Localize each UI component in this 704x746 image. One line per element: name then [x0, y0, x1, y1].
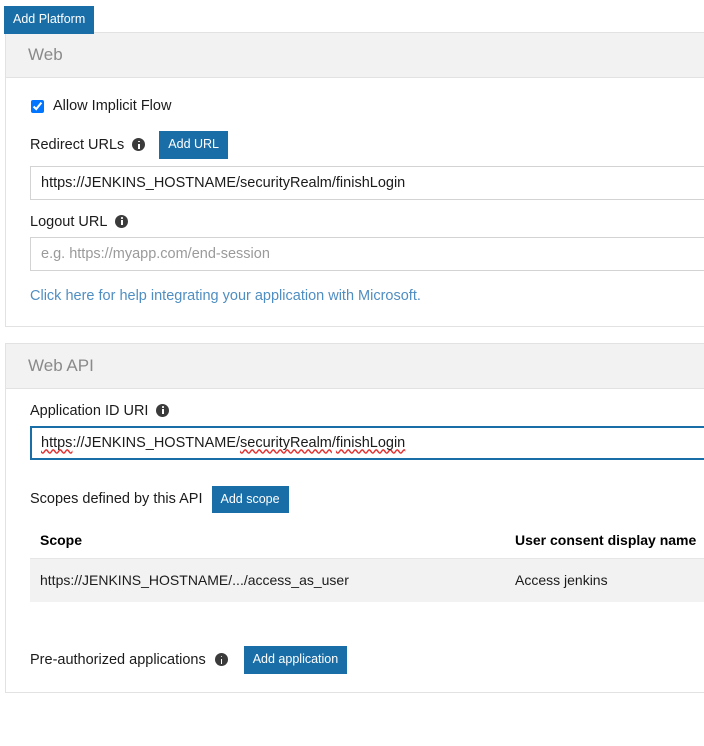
- info-icon[interactable]: [214, 653, 228, 667]
- allow-implicit-flow-row[interactable]: Allow Implicit Flow: [30, 78, 704, 117]
- web-platform-panel: Web Allow Implicit Flow Redirect URLs Ad…: [5, 32, 704, 327]
- web-panel-title: Web: [6, 33, 704, 78]
- panel-gap: [0, 327, 704, 343]
- logout-url-label-row: Logout URL: [30, 214, 704, 230]
- web-api-panel: Web API Application ID URI https://JENKI…: [5, 342, 704, 693]
- add-application-button[interactable]: Add application: [243, 646, 348, 674]
- scopes-label: Scopes defined by this API: [30, 491, 203, 508]
- cell-scope: https://JENKINS_HOSTNAME/.../access_as_u…: [30, 558, 505, 602]
- redirect-urls-label-row: Redirect URLs Add URL: [30, 131, 704, 159]
- info-icon[interactable]: [115, 215, 129, 228]
- logout-url-label: Logout URL: [30, 213, 108, 230]
- cell-consent-name: Access jenkins: [505, 558, 704, 602]
- web-api-panel-body: Application ID URI https://JENKINS_HOSTN…: [6, 403, 704, 692]
- application-id-uri-label-row: Application ID URI: [30, 403, 704, 419]
- preauthorized-applications-row: Pre-authorized applications Add applicat…: [30, 646, 704, 692]
- redirect-url-input[interactable]: [30, 165, 704, 200]
- application-id-uri-input[interactable]: https://JENKINS_HOSTNAME/securityRealm/f…: [30, 425, 704, 460]
- info-icon[interactable]: [132, 138, 146, 152]
- add-platform-button[interactable]: Add Platform: [4, 6, 95, 34]
- scopes-table: Scope User consent display name https://…: [30, 523, 704, 602]
- microsoft-help-link[interactable]: Click here for help integrating your app…: [30, 288, 421, 304]
- toolbar: Add Platform: [0, 0, 704, 34]
- add-url-button[interactable]: Add URL: [159, 131, 229, 159]
- scopes-header-row: Scopes defined by this API Add scope: [30, 485, 704, 513]
- info-icon[interactable]: [156, 404, 170, 417]
- logout-url-input[interactable]: [30, 236, 704, 271]
- preauthorized-applications-label: Pre-authorized applications: [30, 651, 206, 668]
- web-api-panel-title: Web API: [6, 343, 704, 389]
- allow-implicit-flow-label: Allow Implicit Flow: [53, 98, 172, 114]
- table-header-row: Scope User consent display name: [30, 523, 704, 559]
- column-header-consent-name: User consent display name: [505, 523, 704, 559]
- column-header-scope: Scope: [30, 523, 505, 559]
- allow-implicit-flow-checkbox[interactable]: [31, 99, 44, 113]
- web-panel-body: Allow Implicit Flow Redirect URLs Add UR…: [6, 78, 704, 326]
- application-id-uri-label: Application ID URI: [30, 402, 149, 419]
- table-row[interactable]: https://JENKINS_HOSTNAME/.../access_as_u…: [30, 558, 704, 602]
- redirect-urls-label: Redirect URLs: [30, 136, 125, 153]
- add-scope-button[interactable]: Add scope: [211, 485, 289, 513]
